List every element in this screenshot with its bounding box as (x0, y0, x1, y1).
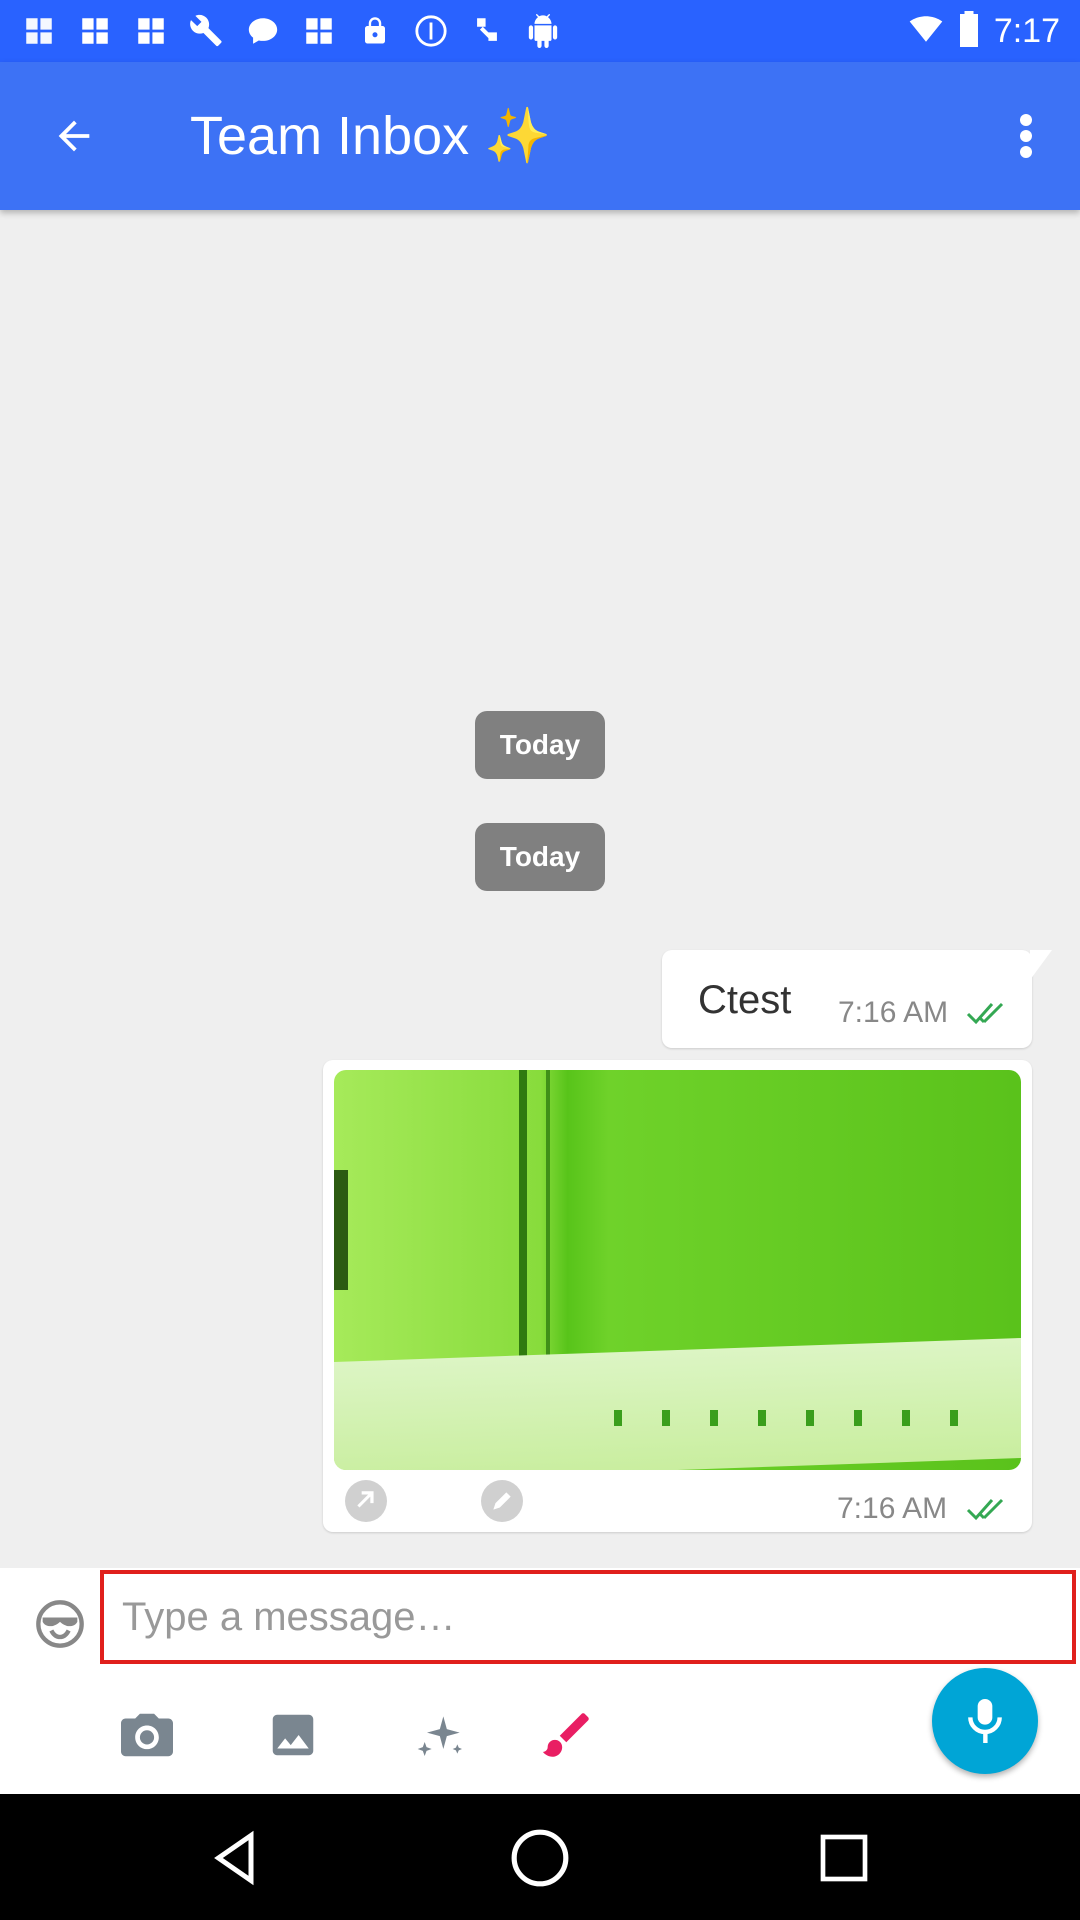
microphone-icon (968, 1699, 1002, 1743)
camera-icon (121, 1713, 173, 1757)
satellite-icon (468, 12, 506, 50)
gallery-button[interactable] (258, 1700, 328, 1770)
sparkles-button[interactable] (406, 1700, 476, 1770)
brush-button[interactable] (532, 1700, 602, 1770)
app-notification-icon (300, 12, 338, 50)
battery-icon (958, 10, 980, 52)
status-time: 7:17 (993, 11, 1060, 50)
lock-icon (356, 12, 394, 50)
app-notification-icon (132, 12, 170, 50)
android-icon (524, 12, 562, 50)
status-bar: 7:17 (0, 0, 1080, 62)
message-time: 7:16 AM (838, 996, 949, 1029)
message-time: 7:16 AM (837, 1492, 948, 1525)
read-receipt-icon (966, 1000, 1012, 1031)
edit-image-icon[interactable] (481, 1480, 523, 1522)
emoji-cool-icon (36, 1600, 84, 1648)
nav-home-button[interactable] (500, 1818, 580, 1898)
more-vert-icon (1020, 114, 1032, 158)
camera-button[interactable] (112, 1700, 182, 1770)
date-chip: Today (475, 711, 605, 779)
gallery-icon (272, 1714, 314, 1756)
home-circle-icon (511, 1829, 569, 1887)
nav-recents-button[interactable] (804, 1818, 884, 1898)
arrow-back-icon (58, 120, 90, 152)
back-triangle-icon (214, 1830, 254, 1886)
forward-icon[interactable] (345, 1480, 387, 1522)
chat-bubble-icon (244, 12, 282, 50)
emoji-button[interactable] (32, 1596, 88, 1652)
recents-square-icon (820, 1834, 868, 1882)
message-bubble-image[interactable]: 7:16 AM (323, 1060, 1032, 1532)
more-options-button[interactable] (996, 102, 1056, 170)
wifi-icon (908, 12, 944, 51)
app-bar: Team Inbox ✨ (0, 62, 1080, 210)
brush-icon (542, 1713, 589, 1757)
message-image[interactable] (334, 1070, 1021, 1470)
read-receipt-icon (966, 1496, 1012, 1527)
message-input[interactable] (100, 1570, 1076, 1664)
sparkles-icon (417, 1716, 462, 1756)
message-text: Ctest (698, 978, 792, 1022)
nav-back-button[interactable] (196, 1818, 276, 1898)
app-notification-icon (76, 12, 114, 50)
wrench-icon (188, 12, 226, 50)
info-icon (412, 12, 450, 50)
back-button[interactable] (40, 102, 108, 170)
voice-record-button[interactable] (932, 1668, 1038, 1774)
page-title: Team Inbox ✨ (190, 106, 552, 166)
system-nav-bar (0, 1794, 1080, 1920)
date-chip: Today (475, 823, 605, 891)
app-notification-icon (20, 12, 58, 50)
message-bubble-text[interactable]: Ctest 7:16 AM (662, 950, 1052, 1048)
notification-icons (20, 12, 908, 50)
message-composer (0, 1568, 1080, 1794)
